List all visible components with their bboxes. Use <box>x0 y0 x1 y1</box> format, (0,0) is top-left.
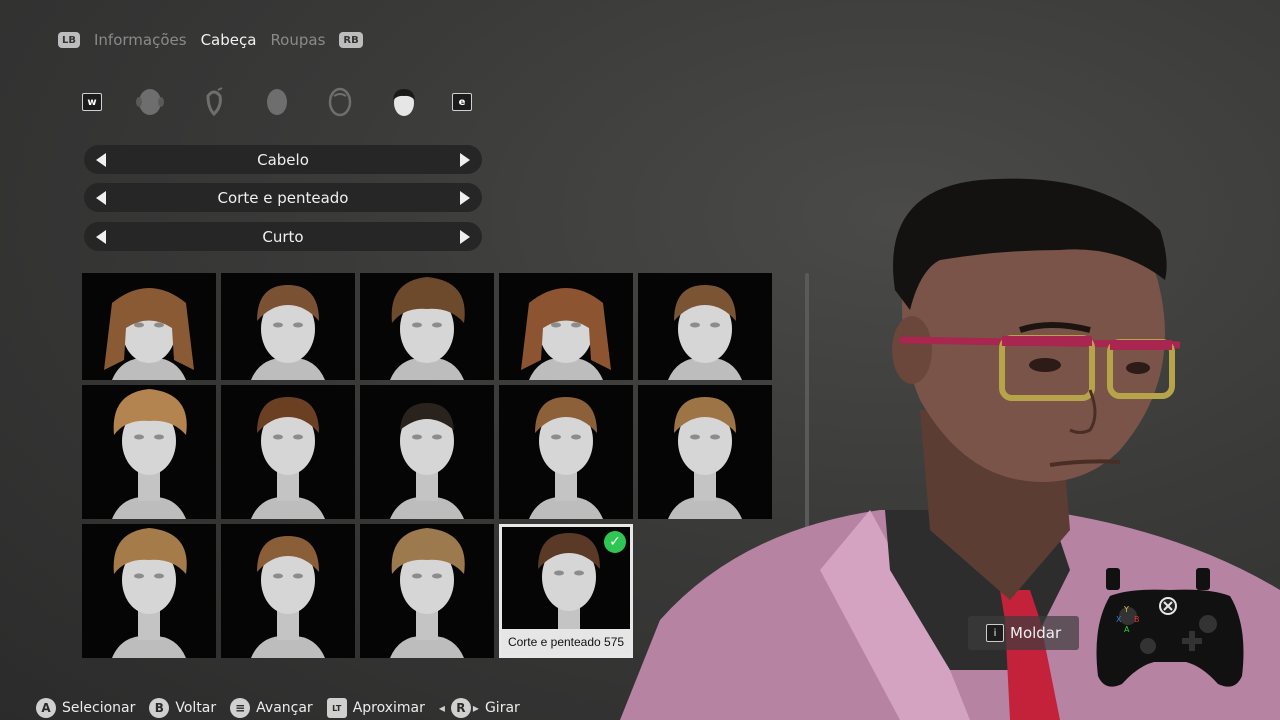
svg-text:A: A <box>1124 625 1130 634</box>
selector-label: Cabelo <box>257 150 309 169</box>
tab-roupas[interactable]: Roupas <box>270 31 325 49</box>
next-category-key[interactable]: e <box>452 93 472 111</box>
lb-button-glyph[interactable]: LB <box>58 32 80 48</box>
moldar-key: i <box>986 624 1004 642</box>
hint-avancar[interactable]: ≡ Avançar <box>230 698 313 718</box>
arrow-left-icon[interactable] <box>96 229 106 244</box>
svg-text:X: X <box>1116 615 1122 624</box>
lt-trigger-icon: LT <box>326 698 347 718</box>
hint-label: Avançar <box>256 700 313 716</box>
tab-cabeca[interactable]: Cabeça <box>201 31 257 49</box>
selector-label: Corte e penteado <box>217 188 349 207</box>
hint-voltar[interactable]: B Voltar <box>149 698 216 718</box>
hair-icon[interactable] <box>386 86 422 118</box>
chevron-right-icon: ▸ <box>472 701 479 715</box>
hair-style-tile[interactable] <box>360 273 494 380</box>
arrow-left-icon[interactable] <box>96 190 106 205</box>
hint-label: Girar <box>484 700 520 716</box>
hair-style-tile[interactable] <box>360 524 494 658</box>
arrow-left-icon[interactable] <box>96 152 106 167</box>
rb-button-glyph[interactable]: RB <box>339 32 363 48</box>
button-hints-bar: A Selecionar B Voltar ≡ Avançar LT Aprox… <box>36 696 520 720</box>
controller-icon: Y X B A <box>1090 566 1250 692</box>
hair-style-tile[interactable] <box>221 385 355 519</box>
hair-style-tile[interactable] <box>499 273 633 380</box>
tab-bar: LB Informações Cabeça Roupas RB <box>58 28 363 52</box>
prev-category-key[interactable]: w <box>82 93 102 111</box>
ear-icon[interactable] <box>196 86 232 118</box>
hint-aproximar[interactable]: LT Aproximar <box>326 698 425 718</box>
hair-style-tile[interactable] <box>82 273 216 380</box>
selected-tile-caption: Corte e penteado 575 <box>502 629 630 655</box>
svg-text:B: B <box>1134 615 1140 624</box>
selector-corte[interactable]: Corte e penteado <box>84 183 482 212</box>
head-category-row: w e <box>82 86 482 118</box>
face-outline-icon[interactable] <box>322 86 358 118</box>
hair-style-tile[interactable] <box>82 524 216 658</box>
moldar-label: Moldar <box>1010 624 1062 642</box>
arrow-right-icon[interactable] <box>459 190 470 205</box>
hair-style-tile[interactable] <box>360 385 494 519</box>
hair-style-tile[interactable] <box>499 385 633 519</box>
hint-label: Aproximar <box>352 700 425 716</box>
selector-comprimento[interactable]: Curto <box>84 222 482 251</box>
selector-label: Curto <box>262 227 304 246</box>
tab-informacoes[interactable]: Informações <box>94 31 187 49</box>
hint-label: Selecionar <box>62 700 136 716</box>
right-stick-icon: R <box>450 698 471 718</box>
arrow-right-icon[interactable] <box>460 229 470 244</box>
hair-style-tile[interactable]: ✓ Corte e penteado 575 <box>499 524 633 658</box>
chevron-left-icon: ◂ <box>438 701 445 715</box>
selector-cabelo[interactable]: Cabelo <box>84 145 482 174</box>
hint-selecionar[interactable]: A Selecionar <box>36 698 135 718</box>
hint-girar[interactable]: ◂ R ▸ Girar <box>439 698 520 718</box>
hair-style-tile[interactable] <box>221 524 355 658</box>
hair-style-tile[interactable] <box>82 385 216 519</box>
hair-style-tile[interactable] <box>221 273 355 380</box>
moldar-action[interactable]: i Moldar <box>968 616 1080 650</box>
face-icon[interactable] <box>259 86 295 118</box>
svg-text:Y: Y <box>1123 605 1129 614</box>
hint-label: Voltar <box>175 700 217 716</box>
arrow-right-icon[interactable] <box>459 152 470 167</box>
b-button-icon: B <box>149 698 170 718</box>
a-button-icon: A <box>36 698 56 718</box>
head-shape-icon[interactable] <box>132 86 168 118</box>
menu-button-icon: ≡ <box>230 698 251 718</box>
